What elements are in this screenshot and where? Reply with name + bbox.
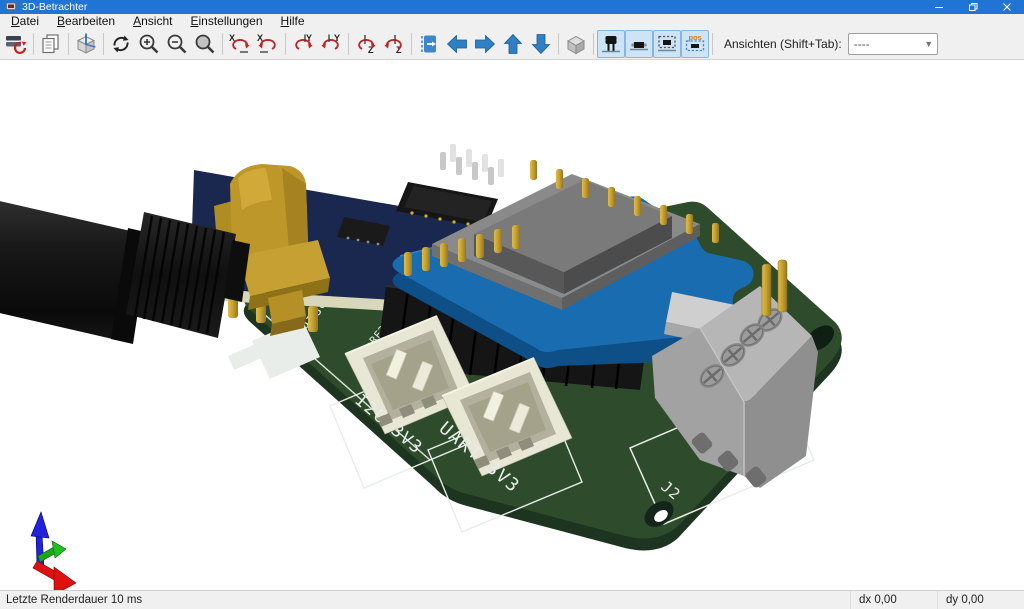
reload-board-button[interactable] [2,30,30,58]
tht-component-icon [599,32,623,56]
zoom-fit-icon [193,32,217,56]
pan-right-icon [473,32,497,56]
rotate-z-cw-icon: Z [354,32,378,56]
rotate-x-ccw-icon: X [256,32,280,56]
menu-bar: Datei Bearbeiten Ansicht Einstellungen H… [0,14,1024,29]
rotate-z-ccw-icon: Z [382,32,406,56]
redraw-button[interactable] [107,30,135,58]
views-dropdown-value: ---- [849,37,921,51]
toolbar-separator [222,33,223,55]
render-time-status: Letzte Renderdauer 10 ms [0,594,850,606]
silk-filled-stub [228,343,264,370]
flip-board-icon [417,32,441,56]
copy-icon [39,32,63,56]
pan-up-button[interactable] [499,30,527,58]
show-tht-models-toggle[interactable] [597,30,625,58]
pan-left-button[interactable] [443,30,471,58]
toolbar-separator [285,33,286,55]
rotate-x-cw-button[interactable]: X [226,30,254,58]
main-toolbar: X X Y [0,29,1024,60]
pos-file-icon: pos [683,32,707,56]
close-button[interactable] [990,0,1024,14]
toolbar-separator [348,33,349,55]
reload-board-icon [4,32,28,56]
rotate-y-ccw-icon: Y [319,32,343,56]
board-render: 01+ ESP8266 1_mini nRF24L01P+ [0,60,1024,590]
svg-text:pos: pos [689,33,702,42]
rotate-y-cw-button[interactable]: Y [289,30,317,58]
toolbar-separator [593,33,594,55]
show-smd-models-toggle[interactable] [625,30,653,58]
menu-ansicht[interactable]: Ansicht [124,14,181,29]
menu-einstellungen[interactable]: Einstellungen [181,14,271,29]
zoom-out-button[interactable] [163,30,191,58]
virtual-component-icon [655,32,679,56]
toolbar-separator [411,33,412,55]
show-models-not-in-posfile-toggle[interactable]: pos [681,30,709,58]
app-icon [6,2,16,12]
axis-gizmo [31,512,76,590]
silver-pins [440,144,504,185]
render-cube-icon [74,32,98,56]
viewport-3d[interactable]: 01+ ESP8266 1_mini nRF24L01P+ [0,60,1024,590]
pan-up-icon [501,32,525,56]
app-window: 3D-Betrachter Datei Bearbeiten Ansich [0,0,1024,607]
pan-down-icon [529,32,553,56]
module-pin [308,306,318,332]
zoom-out-icon [165,32,189,56]
x-axis-arrow [33,561,76,590]
status-bar: Letzte Renderdauer 10 ms dx 0,00 dy 0,00 [0,590,1024,609]
chevron-down-icon: ▼ [921,39,937,49]
zoom-in-icon [137,32,161,56]
window-title: 3D-Betrachter [22,0,922,14]
copy-image-button[interactable] [37,30,65,58]
zoom-fit-button[interactable] [191,30,219,58]
smd-component-icon [627,32,651,56]
rotate-z-ccw-button[interactable]: Z [380,30,408,58]
menu-datei[interactable]: Datei [2,14,48,29]
toolbar-separator [33,33,34,55]
rotate-y-cw-icon: Y [291,32,315,56]
views-label: Ansichten (Shift+Tab): [724,37,842,51]
menu-hilfe[interactable]: Hilfe [272,14,314,29]
zoom-in-button[interactable] [135,30,163,58]
dy-readout: dy 0,00 [937,591,1024,609]
ortho-cube-icon [564,32,588,56]
toolbar-separator [103,33,104,55]
show-virtual-models-toggle[interactable] [653,30,681,58]
toolbar-separator [68,33,69,55]
pan-down-button[interactable] [527,30,555,58]
orthographic-projection-button[interactable] [562,30,590,58]
flip-board-button[interactable] [415,30,443,58]
tall-pin [762,264,771,316]
title-bar: 3D-Betrachter [0,0,1024,14]
render-options-button[interactable] [72,30,100,58]
pan-right-button[interactable] [471,30,499,58]
rotate-x-ccw-button[interactable]: X [254,30,282,58]
rotate-y-ccw-button[interactable]: Y [317,30,345,58]
restore-button[interactable] [956,0,990,14]
rotate-z-cw-button[interactable]: Z [352,30,380,58]
tall-pin [778,260,787,312]
redraw-icon [109,32,133,56]
minimize-button[interactable] [922,0,956,14]
menu-bearbeiten[interactable]: Bearbeiten [48,14,124,29]
toolbar-separator [712,33,713,55]
toolbar-separator [558,33,559,55]
pan-left-icon [445,32,469,56]
rotate-x-cw-icon: X [228,32,252,56]
dx-readout: dx 0,00 [850,591,937,609]
views-dropdown[interactable]: ---- ▼ [848,33,938,55]
